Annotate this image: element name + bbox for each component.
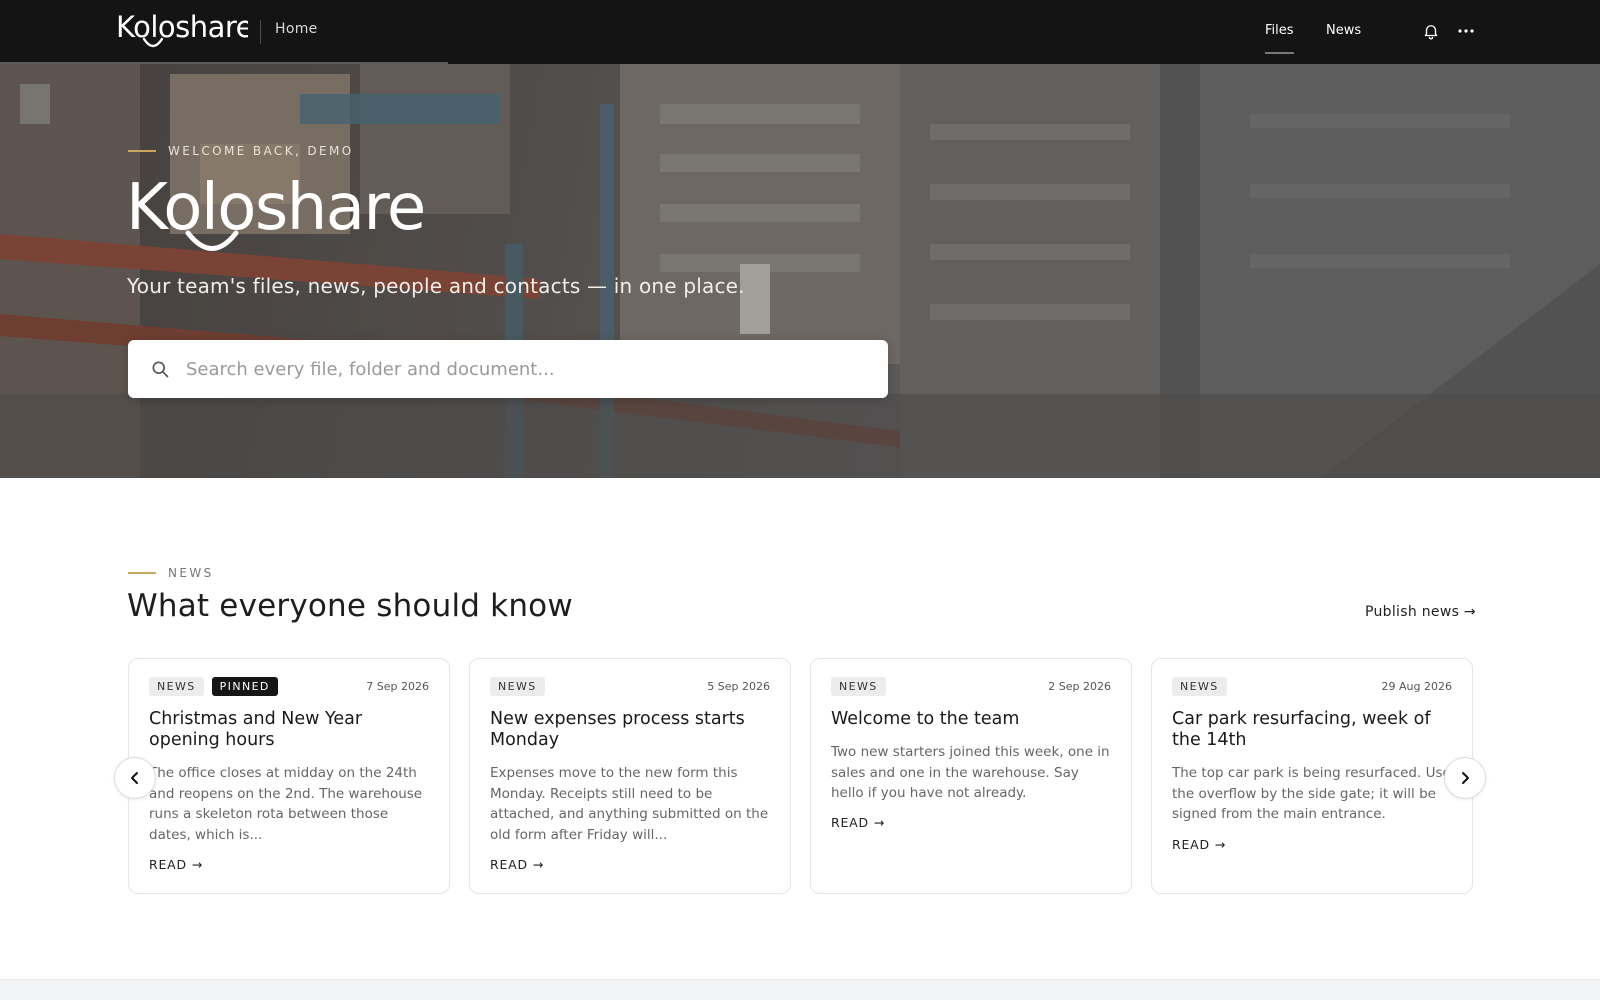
svg-text:Koloshare: Koloshare [126, 176, 425, 245]
news-tag: NEWS [149, 677, 204, 696]
card-date: 2 Sep 2026 [1048, 680, 1111, 693]
koloshare-wordmark: Koloshare [116, 12, 248, 48]
read-link[interactable]: READ → [490, 857, 544, 872]
card-date: 29 Aug 2026 [1381, 680, 1452, 693]
news-tag: NEWS [490, 677, 545, 696]
chevron-right-icon [1462, 772, 1469, 784]
svg-text:Koloshare: Koloshare [116, 12, 248, 44]
brand-logo[interactable]: Koloshare [116, 12, 248, 52]
read-link[interactable]: READ → [831, 815, 885, 830]
carousel-next-button[interactable] [1444, 757, 1486, 799]
hero-logo: Koloshare [126, 171, 446, 264]
news-card[interactable]: NEWS 5 Sep 2026 New expenses process sta… [469, 658, 791, 894]
bell-icon[interactable] [1418, 18, 1444, 44]
card-title[interactable]: Car park resurfacing, week of the 14th [1172, 709, 1452, 751]
card-excerpt: The office closes at midday on the 24th … [149, 765, 423, 843]
welcome-text: WELCOME BACK, DEMO [168, 144, 354, 158]
card-title[interactable]: New expenses process starts Monday [490, 709, 770, 751]
news-card[interactable]: NEWS 2 Sep 2026 Welcome to the team Two … [810, 658, 1132, 894]
search-icon [152, 361, 169, 378]
nav-files[interactable]: Files [1265, 23, 1294, 54]
hero-banner: WELCOME BACK, DEMO Koloshare Your team's… [0, 64, 1600, 478]
hero-overlay [0, 64, 1600, 478]
news-eyebrow: NEWS [128, 566, 214, 580]
pinned-tag: PINNED [211, 677, 278, 696]
read-link[interactable]: READ → [149, 857, 203, 872]
accent-rule [128, 150, 156, 152]
brand-divider [260, 20, 261, 44]
section-title: What everyone should know [127, 588, 573, 624]
news-card[interactable]: NEWS PINNED 7 Sep 2026 Christmas and New… [128, 658, 450, 894]
news-tag: NEWS [831, 677, 886, 696]
footer-band [0, 979, 1600, 1000]
card-excerpt: Two new starters joined this week, one i… [831, 744, 1110, 801]
card-title[interactable]: Christmas and New Year opening hours [149, 709, 429, 751]
search-input[interactable] [186, 358, 846, 380]
card-excerpt: The top car park is being resurfaced. Us… [1172, 765, 1451, 822]
carousel-prev-button[interactable] [114, 757, 156, 799]
accent-rule [128, 572, 156, 574]
top-navigation-bar: Koloshare Home Files News [0, 0, 1600, 64]
home-link[interactable]: Home [275, 21, 318, 37]
hero-tagline: Your team's files, news, people and cont… [127, 274, 745, 298]
card-title[interactable]: Welcome to the team [831, 709, 1111, 730]
search-bar[interactable] [128, 340, 888, 398]
news-eyebrow-text: NEWS [168, 566, 214, 580]
card-date: 7 Sep 2026 [366, 680, 429, 693]
publish-news-link[interactable]: Publish news → [1365, 604, 1476, 620]
more-icon[interactable] [1453, 18, 1479, 44]
read-link[interactable]: READ → [1172, 837, 1226, 852]
nav-news[interactable]: News [1326, 23, 1361, 38]
card-excerpt: Expenses move to the new form this Monda… [490, 765, 769, 843]
news-tag: NEWS [1172, 677, 1227, 696]
card-date: 5 Sep 2026 [707, 680, 770, 693]
welcome-eyebrow: WELCOME BACK, DEMO [128, 144, 354, 158]
news-card[interactable]: NEWS 29 Aug 2026 Car park resurfacing, w… [1151, 658, 1473, 894]
chevron-left-icon [131, 772, 138, 784]
